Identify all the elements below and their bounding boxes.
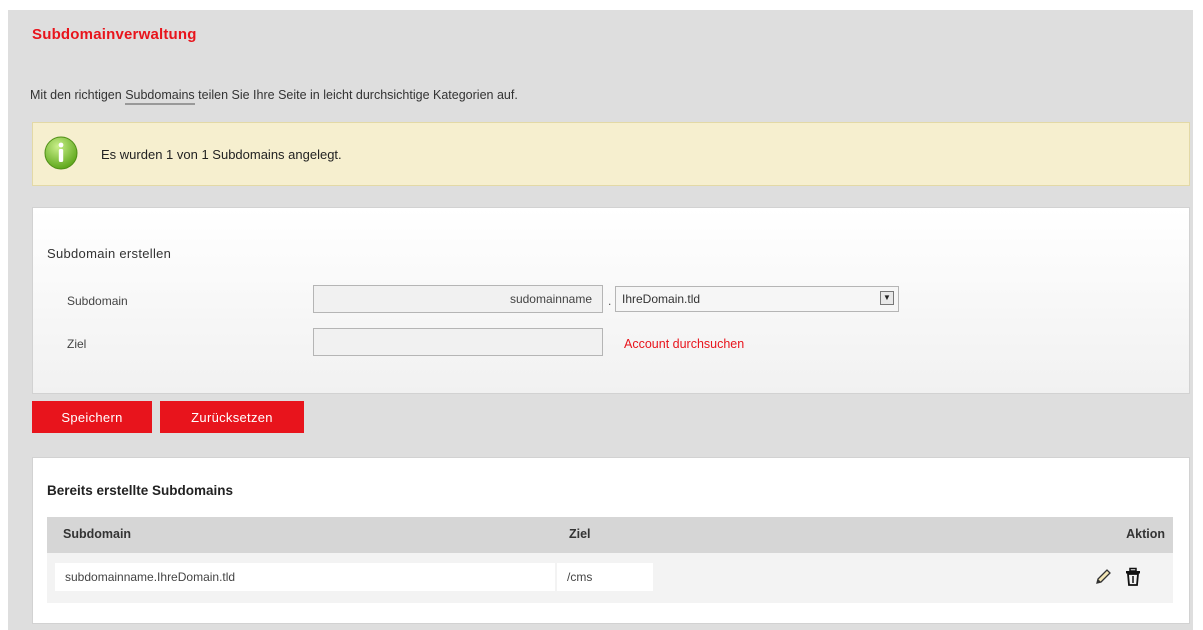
target-label: Ziel [67,337,87,351]
save-button[interactable]: Speichern [32,401,152,433]
info-icon [44,136,78,170]
existing-subdomains-heading: Bereits erstellte Subdomains [47,483,234,498]
page-container: Subdomainverwaltung Mit den richtigen Su… [8,10,1193,630]
column-header-target: Ziel [569,527,591,541]
intro-text-after: teilen Sie Ihre Seite in leicht durchsic… [194,88,518,102]
intro-text: Mit den richtigen Subdomains teilen Sie … [30,88,518,105]
intro-text-before: Mit den richtigen [30,88,126,102]
subdomain-label: Subdomain [67,294,128,308]
reset-button[interactable]: Zurücksetzen [160,401,304,433]
row-target: /cms [557,563,653,591]
subdomains-help-link[interactable]: Subdomains [125,88,195,105]
domain-separator: . [608,294,612,308]
delete-icon[interactable] [1123,567,1143,587]
create-subdomain-panel: Subdomain erstellen Subdomain sudomainna… [32,207,1190,394]
subdomain-input[interactable]: sudomainname [313,285,603,313]
chevron-down-icon[interactable]: ▼ [880,291,894,305]
browse-account-link[interactable]: Account durchsuchen [624,337,744,351]
create-subdomain-heading: Subdomain erstellen [47,246,172,261]
column-header-subdomain: Subdomain [63,527,132,541]
page-title: Subdomainverwaltung [32,26,197,43]
success-notice: Es wurden 1 von 1 Subdomains angelegt. [32,122,1190,186]
domain-select[interactable]: IhreDomain.tld ▼ [615,286,899,312]
table-header: Subdomain Ziel Aktion [47,517,1173,553]
row-subdomain: subdomainname.IhreDomain.tld [55,563,555,591]
domain-select-value: IhreDomain.tld [622,292,701,306]
edit-icon[interactable] [1093,567,1113,587]
notice-message: Es wurden 1 von 1 Subdomains angelegt. [101,147,342,162]
existing-subdomains-panel: Bereits erstellte Subdomains Subdomain Z… [32,457,1190,624]
column-header-action: Aktion [1126,527,1165,541]
target-input[interactable] [313,328,603,356]
table-row: subdomainname.IhreDomain.tld /cms [47,553,1173,603]
